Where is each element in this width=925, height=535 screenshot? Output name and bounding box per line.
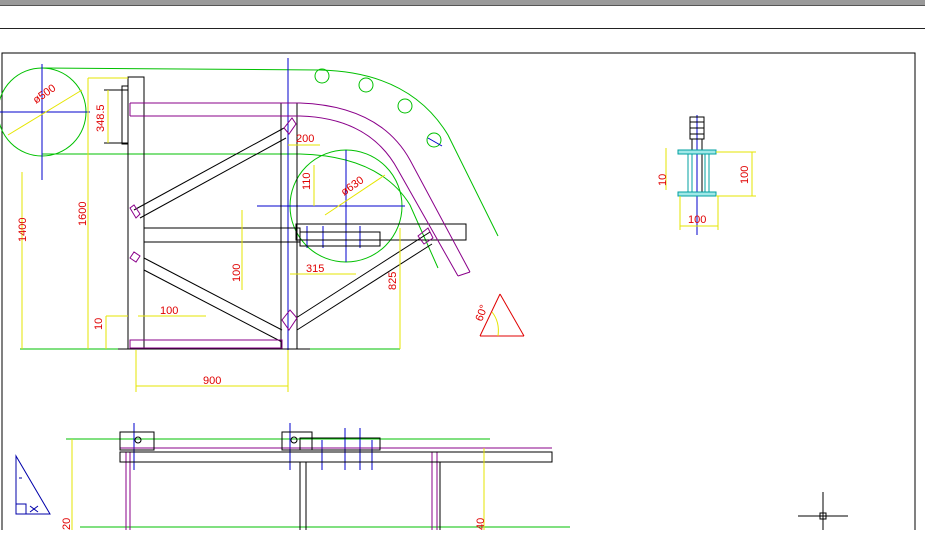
drawing-canvas[interactable]: ø500 348.5 1600 1400 200 110 ø630 315 82… bbox=[0, 29, 925, 534]
roller-4 bbox=[426, 132, 442, 148]
dim-dia630: ø630 bbox=[339, 174, 366, 198]
dim-dia500: ø500 bbox=[31, 82, 58, 106]
dim-315: 315 bbox=[306, 263, 324, 275]
frame-structure bbox=[104, 76, 467, 350]
dim-348-5: 348.5 bbox=[95, 104, 107, 132]
detail-dim-100-v: 100 bbox=[739, 166, 751, 184]
roller-1 bbox=[314, 68, 330, 84]
dim-900: 900 bbox=[203, 375, 221, 387]
detail-dim-100-h: 100 bbox=[688, 214, 706, 226]
dim-100-left: 100 bbox=[160, 305, 178, 317]
roller-2 bbox=[358, 77, 374, 93]
bottom-dim-40: 40 bbox=[475, 518, 487, 530]
dim-10-left: 10 bbox=[93, 318, 105, 330]
dim-825: 825 bbox=[387, 272, 399, 290]
crosshair-cursor-icon bbox=[798, 492, 848, 530]
toolbar-strip[interactable] bbox=[0, 6, 925, 28]
dim-100-mid: 100 bbox=[231, 264, 243, 282]
roller-track-inner bbox=[42, 153, 439, 269]
dim-110: 110 bbox=[301, 172, 313, 190]
dim-1400: 1400 bbox=[17, 218, 29, 242]
roller-track-outer bbox=[41, 67, 499, 237]
bottom-view bbox=[119, 431, 553, 530]
dim-1600: 1600 bbox=[77, 202, 89, 226]
viewport-frame bbox=[1, 52, 916, 534]
ucs-icon bbox=[15, 454, 51, 515]
dim-200: 200 bbox=[296, 133, 314, 145]
roller-3 bbox=[397, 98, 413, 114]
detail-dim-10: 10 bbox=[657, 174, 669, 186]
bottom-dim-20: 20 bbox=[61, 518, 73, 530]
